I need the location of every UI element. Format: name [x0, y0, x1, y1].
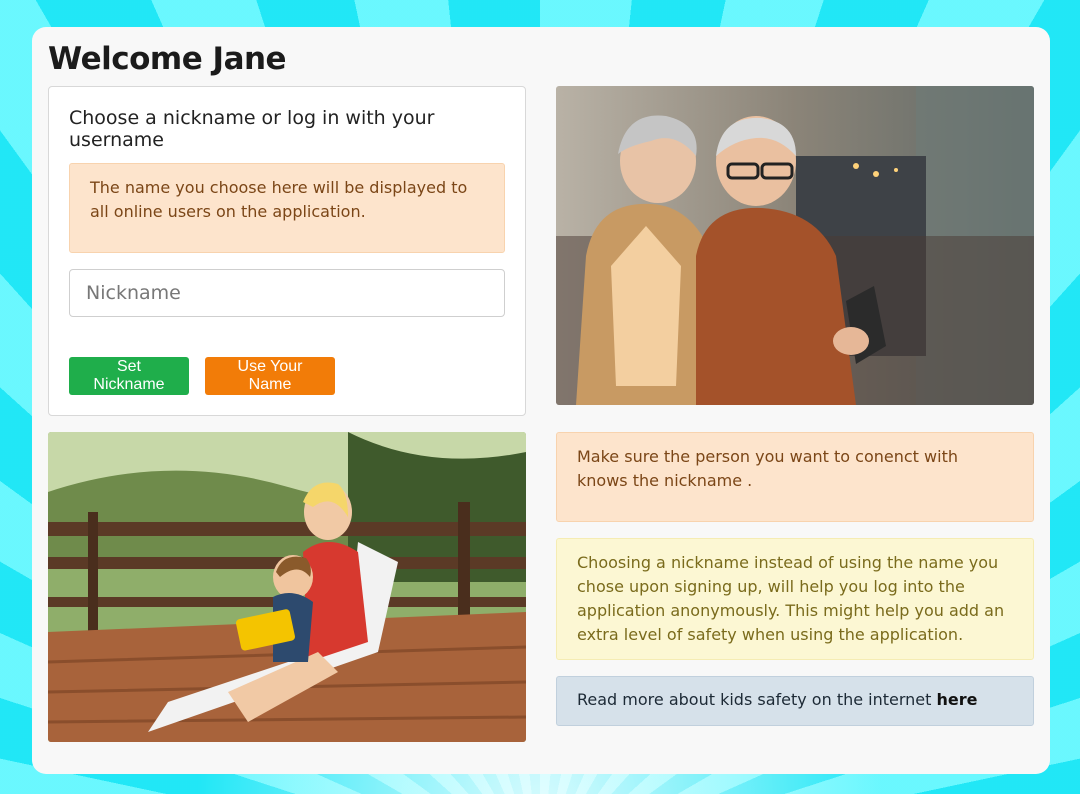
use-your-name-button[interactable]: Use Your Name [205, 357, 335, 395]
kids-safety-link[interactable]: here [937, 690, 978, 709]
nickname-form-panel: Choose a nickname or log in with your us… [48, 86, 526, 416]
mother-child-deck-photo [48, 432, 526, 742]
kids-safety-notice: Read more about kids safety on the inter… [556, 676, 1034, 726]
connect-nickname-notice: Make sure the person you want to conenct… [556, 432, 1034, 522]
form-heading: Choose a nickname or log in with your us… [69, 107, 435, 151]
display-name-notice: The name you choose here will be display… [69, 163, 505, 253]
welcome-card: Welcome Jane Choose a nickname or log in… [32, 27, 1050, 774]
kids-safety-text: Read more about kids safety on the inter… [577, 690, 937, 709]
elderly-couple-photo [556, 86, 1034, 405]
nickname-input[interactable] [69, 269, 505, 317]
anonymity-notice: Choosing a nickname instead of using the… [556, 538, 1034, 660]
page-title: Welcome Jane [48, 41, 287, 77]
set-nickname-button[interactable]: Set Nickname [69, 357, 189, 395]
